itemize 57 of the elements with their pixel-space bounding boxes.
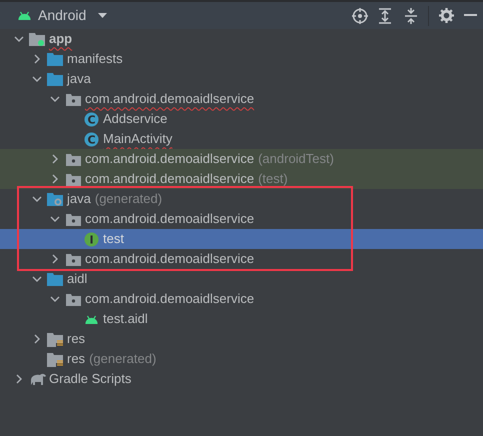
- tree-item[interactable]: test.aidl: [0, 309, 483, 329]
- tree-item[interactable]: com.android.demoaidlservice (androidTest): [0, 149, 483, 169]
- chevron-icon[interactable]: [14, 34, 24, 44]
- chevron-icon[interactable]: [50, 254, 60, 264]
- chevron-icon[interactable]: [14, 374, 24, 384]
- resources-folder-icon: [47, 352, 63, 366]
- tree-item[interactable]: com.android.demoaidlservice: [0, 209, 483, 229]
- resources-folder-icon: [47, 332, 63, 346]
- module-folder-icon: [29, 32, 45, 46]
- chevron-icon[interactable]: [50, 294, 60, 304]
- chevron-icon[interactable]: [50, 214, 60, 224]
- package-folder-icon: [66, 212, 80, 226]
- locate-icon[interactable]: [352, 8, 368, 24]
- android-icon: [84, 314, 98, 324]
- package-folder-icon: [66, 252, 80, 266]
- tree-item[interactable]: Gradle Scripts: [0, 369, 483, 389]
- chevron-icon[interactable]: [32, 274, 42, 284]
- chevron-icon[interactable]: [32, 74, 42, 84]
- chevron-icon[interactable]: [32, 54, 42, 64]
- package-folder-icon: [66, 92, 80, 106]
- chevron-icon[interactable]: [50, 174, 60, 184]
- tree-item[interactable]: com.android.demoaidlservice: [0, 289, 483, 309]
- tree-item[interactable]: aidl: [0, 269, 483, 289]
- generated-folder-icon: [47, 192, 63, 206]
- tree-item[interactable]: java: [0, 69, 483, 89]
- tree-item[interactable]: I test: [0, 229, 483, 249]
- chevron-icon[interactable]: [50, 154, 60, 164]
- tree-item[interactable]: com.android.demoaidlservice: [0, 89, 483, 109]
- tree-item[interactable]: res (generated): [0, 349, 483, 369]
- tree-item[interactable]: app: [0, 29, 483, 49]
- tree-item[interactable]: com.android.demoaidlservice: [0, 249, 483, 269]
- tree-item[interactable]: java (generated): [0, 189, 483, 209]
- chevron-icon[interactable]: [32, 194, 42, 204]
- settings-icon[interactable]: [439, 8, 454, 23]
- package-folder-icon: [66, 292, 80, 306]
- class-icon: C: [84, 112, 98, 126]
- tree-item[interactable]: res: [0, 329, 483, 349]
- class-icon: C: [84, 132, 98, 146]
- package-folder-icon: [66, 152, 80, 166]
- chevron-icon[interactable]: [32, 334, 42, 344]
- elephant-icon: [28, 373, 46, 385]
- folder-icon: [47, 272, 63, 286]
- dropdown-caret-icon: [98, 13, 108, 18]
- expand-all-icon[interactable]: [378, 8, 392, 24]
- collapse-all-icon[interactable]: [404, 8, 418, 24]
- package-folder-icon: [66, 172, 80, 186]
- minimize-icon[interactable]: [464, 14, 477, 17]
- folder-icon: [47, 52, 63, 66]
- android-icon: [18, 11, 31, 20]
- tree-item[interactable]: C MainActivity: [0, 129, 483, 149]
- tree-item[interactable]: manifests: [0, 49, 483, 69]
- tree-item[interactable]: com.android.demoaidlservice (test): [0, 169, 483, 189]
- chevron-icon[interactable]: [50, 94, 60, 104]
- view-selector[interactable]: Android: [38, 5, 108, 26]
- interface-icon: I: [84, 232, 98, 246]
- tree-item[interactable]: C Addservice: [0, 109, 483, 129]
- folder-icon: [47, 72, 63, 86]
